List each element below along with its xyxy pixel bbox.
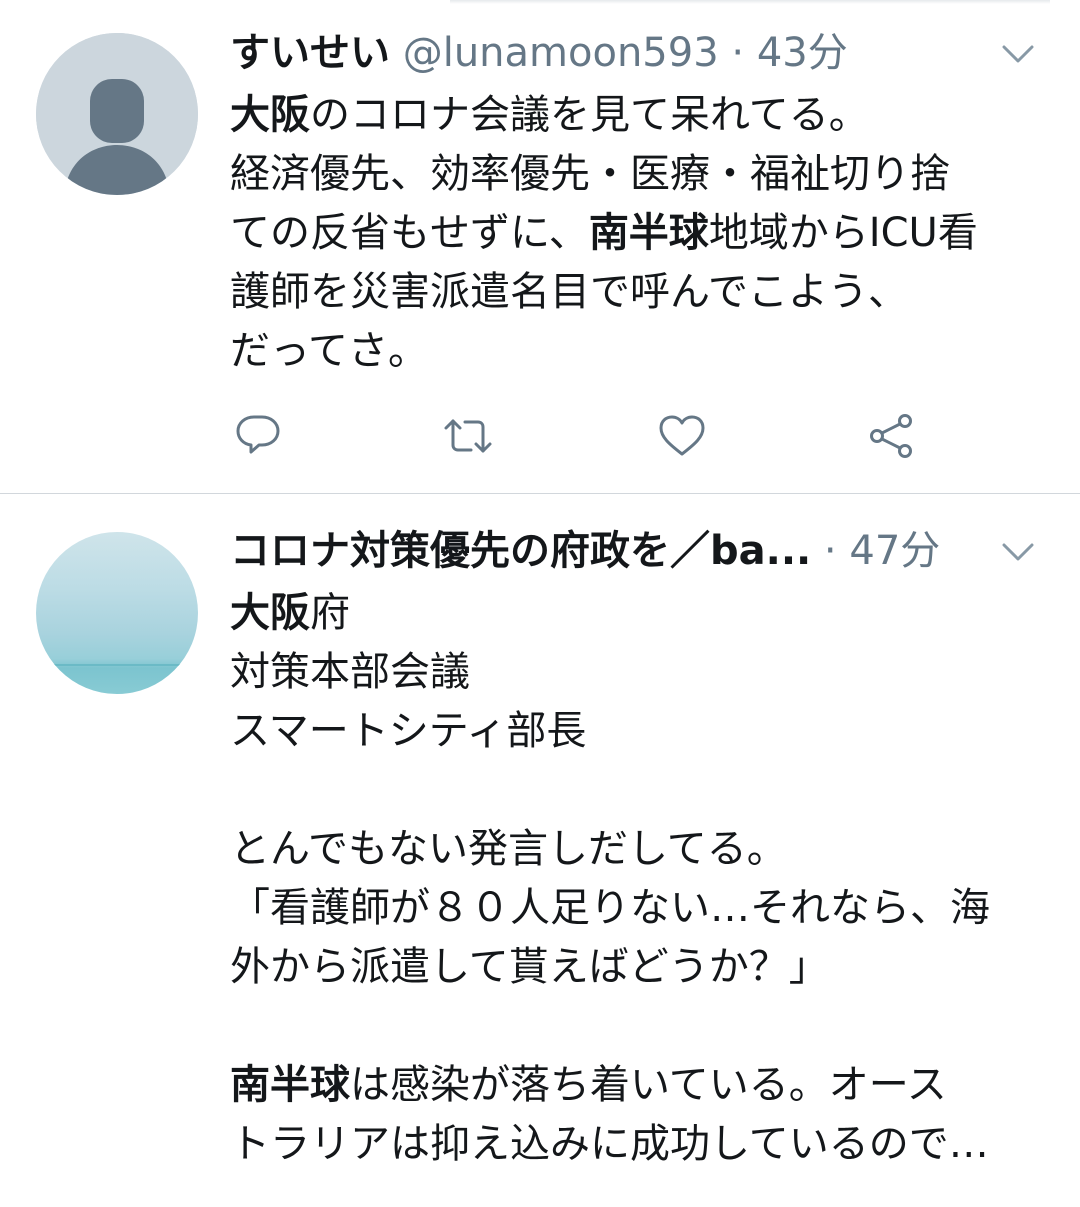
tweet-text-line [230, 761, 1040, 820]
tweet-text-line: ての反省もせずに、南半球地域からICU看 [230, 204, 1040, 263]
text-run: 外から派遣して貰えばどうか？」 [230, 944, 829, 990]
text-run: 府 [310, 590, 350, 636]
tweet-text-line: 外から派遣して貰えばどうか？」 [230, 938, 1040, 997]
tweet[interactable]: すいせい @lunamoon593 · 43分 大阪のコロナ会議を見て呆れてる。… [0, 0, 1080, 494]
tweet-text: 大阪のコロナ会議を見て呆れてる。 経済優先、効率優先・医療・福祉切り捨 ての反省もせ… [230, 86, 1040, 381]
tweet-menu-button[interactable] [1000, 534, 1036, 570]
text-run: 護師を災害派遣名目で呼んでこよう、 [230, 269, 908, 315]
tweet-text-line: 対策本部会議 [230, 643, 1040, 702]
tweet-text: 大阪府対策本部会議スマートシティ部長とんでもない発言しだしてる。「看護師が８０人… [230, 584, 1040, 1174]
tweet[interactable]: コロナ対策優先の府政を／ba... · 47分 大阪府対策本部会議スマートシティ… [0, 494, 1080, 1207]
display-name[interactable]: コロナ対策優先の府政を／ba... [230, 526, 811, 576]
tweet-text-line: 大阪府 [230, 584, 1040, 643]
bold-keyword: 大阪 [230, 92, 310, 138]
text-run: トラリアは抑え込みに成功しているので… [230, 1121, 989, 1167]
tweet-text-line: スマートシティ部長 [230, 702, 1040, 761]
chevron-down-icon [1002, 543, 1034, 561]
timestamp[interactable]: 43分 [757, 30, 848, 76]
bold-keyword: 南半球 [230, 1062, 350, 1108]
share-button[interactable] [864, 408, 920, 464]
share-icon [870, 414, 912, 458]
tweet-menu-button[interactable] [1000, 36, 1036, 72]
tweet-header: コロナ対策優先の府政を／ba... · 47分 [230, 526, 1030, 576]
tweet-text-line [230, 997, 1040, 1056]
text-run: 地域からICU看 [708, 210, 978, 256]
text-run: とんでもない発言しだしてる。 [230, 826, 787, 872]
bold-keyword: 南半球 [588, 210, 709, 256]
text-run: 経済優先、効率優先・医療・福祉切り捨 [230, 151, 950, 197]
reply-button[interactable] [230, 408, 286, 464]
chevron-down-icon [1002, 45, 1034, 63]
default-profile-icon [36, 33, 198, 195]
tweet-text-line: 大阪のコロナ会議を見て呆れてる。 [230, 86, 1040, 145]
retweet-icon [444, 419, 492, 453]
user-handle[interactable]: @lunamoon593 [403, 30, 719, 76]
reply-icon [236, 415, 280, 454]
display-name[interactable]: すいせい [230, 30, 390, 76]
tweet-text-line: とんでもない発言しだしてる。 [230, 820, 1040, 879]
retweet-button[interactable] [440, 408, 496, 464]
tweet-text-line: 「看護師が８０人足りない…それなら、海 [230, 879, 1040, 938]
text-run: 対策本部会議 [230, 649, 470, 695]
text-run: は感染が落ち着いている。オース [350, 1062, 947, 1108]
tweet-text-line: 南半球は感染が落ち着いている。オース [230, 1056, 1040, 1115]
avatar-image [36, 664, 198, 666]
tweet-header: すいせい @lunamoon593 · 43分 [230, 28, 1030, 78]
text-run: 「看護師が８０人足りない…それなら、海 [230, 885, 990, 931]
avatar[interactable] [36, 532, 198, 694]
separator-dot: · [718, 30, 757, 76]
timestamp[interactable]: 47分 [849, 528, 940, 574]
tweet-text-line: 経済優先、効率優先・医療・福祉切り捨 [230, 145, 1040, 204]
text-run: のコロナ会議を見て呆れてる。 [310, 92, 869, 138]
tweet-text-line: 護師を災害派遣名目で呼んでこよう、 [230, 263, 1040, 322]
text-run: スマートシティ部長 [230, 708, 587, 754]
text-run: ての反省もせずに、 [230, 210, 589, 256]
like-button[interactable] [654, 408, 710, 464]
tweet-text-line: だってさ。 [230, 322, 1040, 381]
avatar[interactable] [36, 33, 198, 195]
heart-icon [659, 415, 705, 456]
tweet-actions [230, 408, 930, 464]
bold-keyword: 大阪 [230, 590, 310, 636]
text-run: だってさ。 [230, 328, 428, 374]
separator-dot: · [811, 528, 850, 574]
tweet-text-line: トラリアは抑え込みに成功しているので… [230, 1115, 1040, 1174]
